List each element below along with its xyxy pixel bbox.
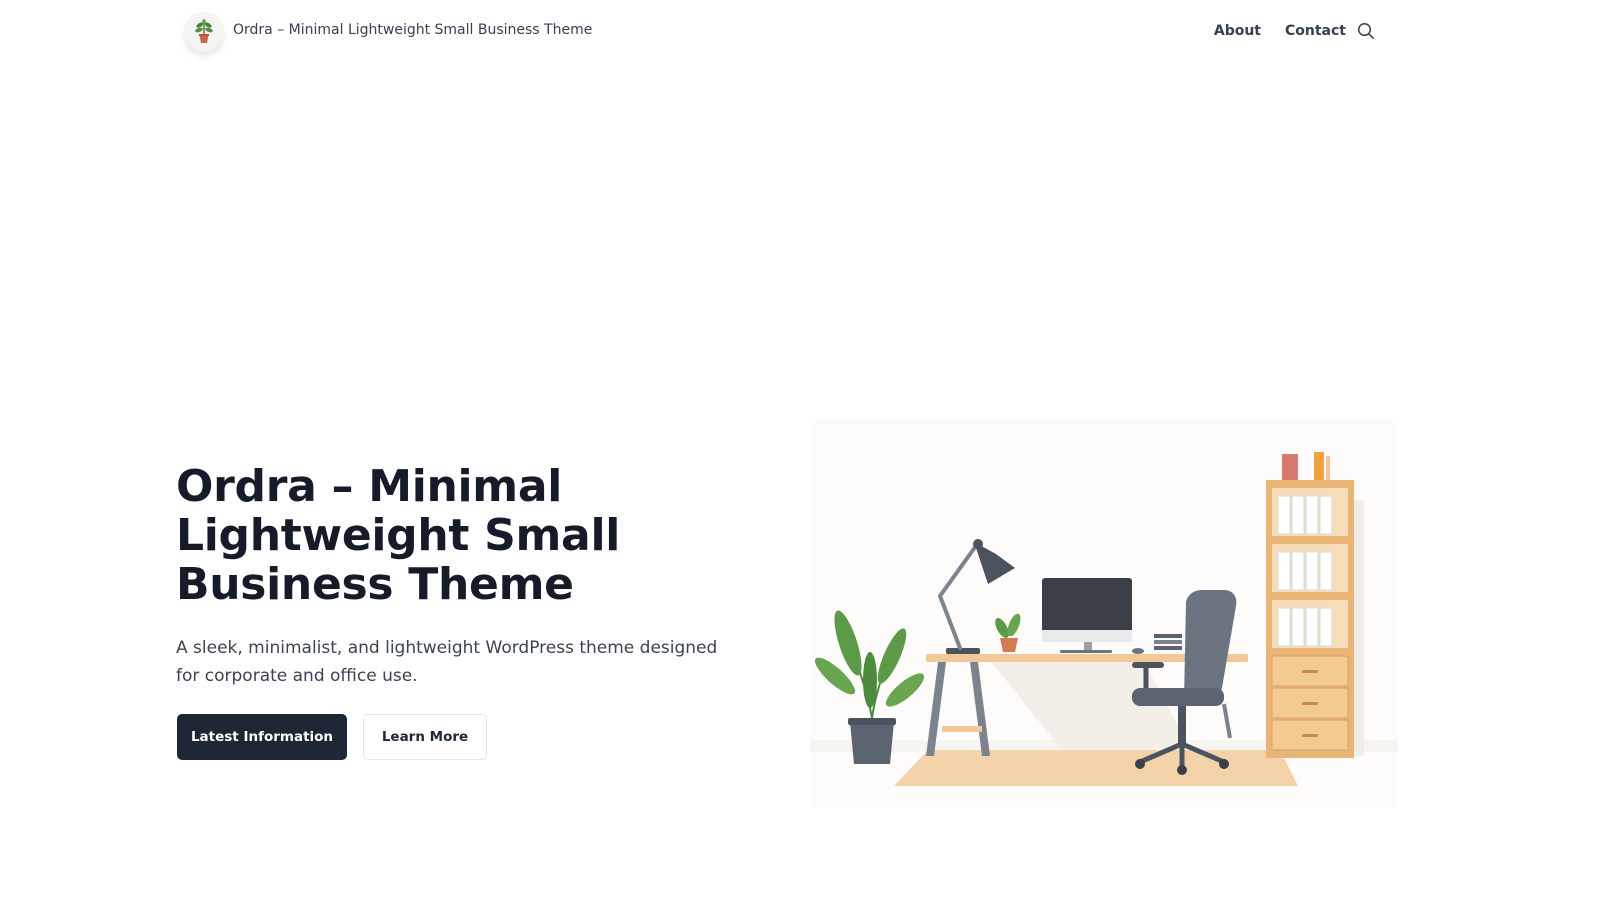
site-logo[interactable] xyxy=(184,12,224,52)
hero-title: Ordra – Minimal Lightweight Small Busine… xyxy=(176,461,621,610)
nav-about[interactable]: About xyxy=(1214,23,1261,39)
rug xyxy=(894,750,1298,786)
site-title[interactable]: Ordra – Minimal Lightweight Small Busine… xyxy=(233,22,592,38)
search-icon xyxy=(1357,22,1374,39)
book-stack xyxy=(1154,634,1182,650)
site-header: Ordra – Minimal Lightweight Small Busine… xyxy=(0,0,1600,64)
office-illustration xyxy=(810,418,1398,808)
nav-contact[interactable]: Contact xyxy=(1285,23,1346,39)
bookshelf xyxy=(1266,452,1364,758)
potted-plant-icon xyxy=(195,19,213,43)
hero-description: A sleek, minimalist, and lightweight Wor… xyxy=(176,638,718,686)
learn-more-button[interactable]: Learn More xyxy=(363,714,487,760)
search-button[interactable] xyxy=(1356,21,1376,41)
latest-information-button[interactable]: Latest Information xyxy=(177,714,347,760)
main-nav: About Contact xyxy=(1214,21,1376,41)
